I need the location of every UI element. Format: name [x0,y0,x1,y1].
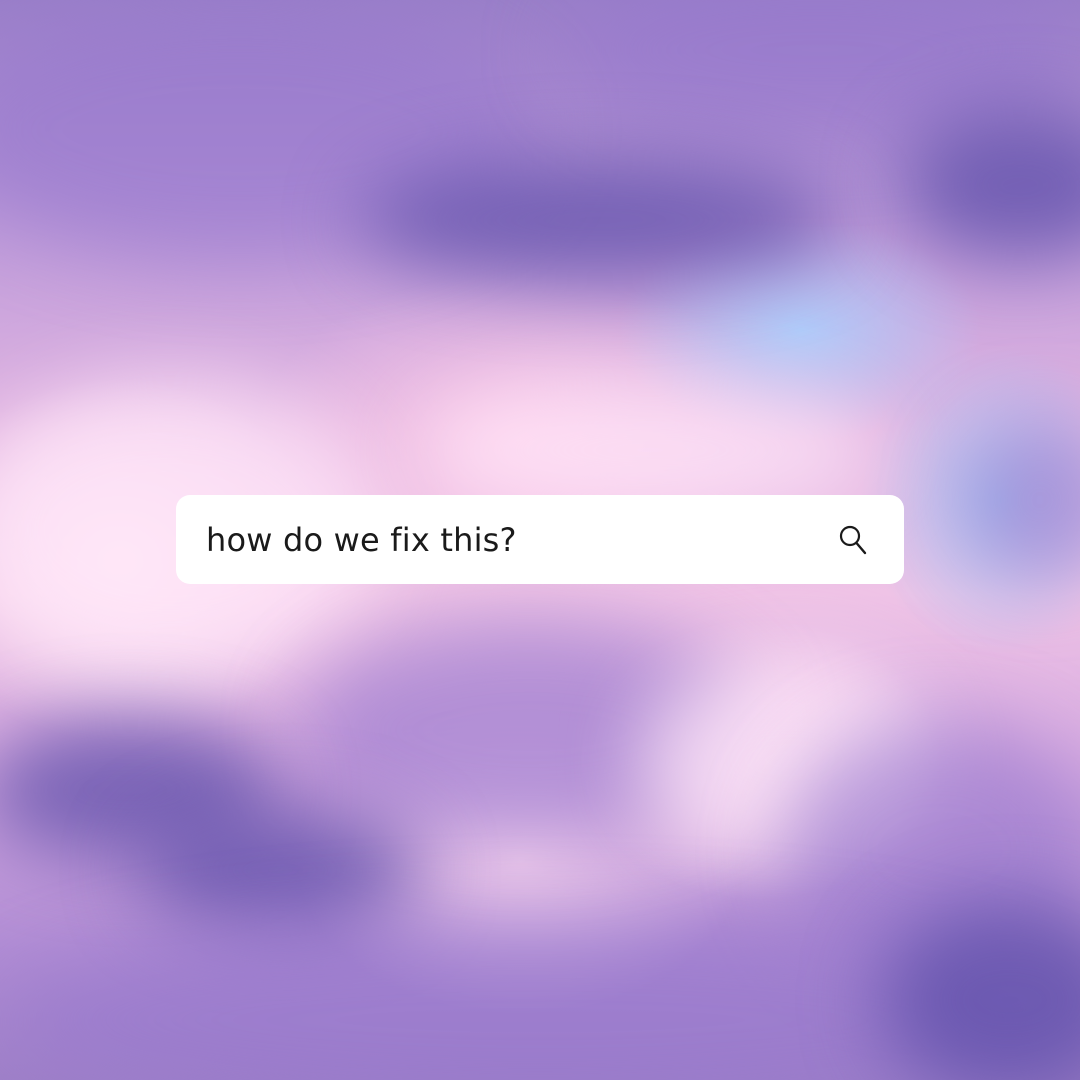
cloud [900,110,1080,260]
search-icon[interactable] [836,523,870,557]
cloudy-sky-background: how do we fix this? [0,0,1080,1080]
search-query-text[interactable]: how do we fix this? [206,521,836,559]
cloud [140,810,420,930]
cloud [360,160,840,280]
cloud [960,420,1080,580]
search-bar[interactable]: how do we fix this? [176,495,904,584]
